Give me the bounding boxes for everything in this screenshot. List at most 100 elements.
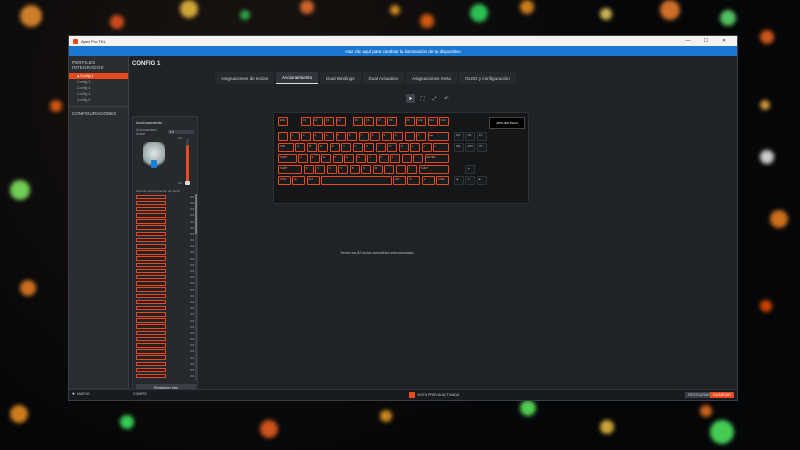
select-area-icon[interactable]: ⛶	[418, 94, 427, 103]
list-item[interactable]: 3.6	[136, 336, 194, 342]
list-item[interactable]: 3.6	[136, 206, 194, 212]
tab-meta-bindings[interactable]: Asignaciones meta	[406, 72, 457, 84]
keyboard-key[interactable]: F9	[404, 117, 415, 126]
minimize-icon[interactable]: —	[679, 38, 697, 44]
keyboard-key[interactable]: `	[278, 132, 288, 141]
keyboard-key[interactable]: F1	[301, 117, 311, 126]
keyboard-key[interactable]: [	[410, 143, 421, 152]
keyboard-key[interactable]: =	[416, 132, 426, 141]
keyboard-key[interactable]: X	[315, 165, 326, 174]
keyboard-key[interactable]: HM	[465, 132, 476, 141]
keyboard-key[interactable]: \	[433, 143, 449, 152]
sidebar-item-config-5[interactable]: Config 5	[69, 97, 128, 103]
keyboard-key[interactable]: M	[372, 165, 383, 174]
list-item[interactable]: 3.6	[136, 237, 194, 243]
keyboard-key[interactable]: F5	[352, 117, 363, 126]
keyboard-key[interactable]: -	[404, 132, 415, 141]
keyboard-key[interactable]: D	[321, 154, 332, 163]
keyboard-key[interactable]: C	[326, 165, 337, 174]
list-item[interactable]: 3.6	[136, 312, 194, 318]
list-item[interactable]: 3.6	[136, 367, 194, 373]
keyboard-key[interactable]: ⊞	[292, 176, 306, 185]
keyboard-key[interactable]: ]	[421, 143, 432, 152]
list-item[interactable]: 3.6	[136, 318, 194, 324]
current-actuation-value[interactable]: 3.6	[167, 130, 194, 134]
keyboard-key[interactable]: 6	[347, 132, 357, 141]
restore-button[interactable]: RESTAURAR	[685, 392, 713, 398]
keyboard-key[interactable]: Z	[303, 165, 314, 174]
keyboard-key[interactable]: P	[398, 143, 409, 152]
tab-dual-bindings[interactable]: Dual Bindings	[320, 72, 361, 84]
keyboard-key[interactable]: T	[341, 143, 352, 152]
new-config-button[interactable]: ✚ NUEVO	[72, 392, 90, 396]
tab-key-bindings[interactable]: Asignaciones de teclas	[215, 72, 274, 84]
keyboard-key[interactable]: INS	[453, 132, 464, 141]
keyboard-key[interactable]: F12	[439, 117, 449, 126]
keyboard-key[interactable]: ▶	[476, 176, 487, 185]
keyboard-key[interactable]: ▲	[465, 165, 476, 174]
keyboard-key[interactable]: F10	[416, 117, 426, 126]
keyboard-key[interactable]: V	[338, 165, 349, 174]
keyboard-key[interactable]: 2	[301, 132, 311, 141]
keyboard-key[interactable]: ≡	[421, 176, 435, 185]
keyboard-key[interactable]: 0	[393, 132, 403, 141]
keyboard-key[interactable]: PU	[476, 132, 487, 141]
keyboard-key[interactable]: R	[329, 143, 340, 152]
list-item[interactable]: 3.6	[136, 274, 194, 280]
close-icon[interactable]: ✕	[715, 38, 733, 44]
keyboard-key[interactable]: G	[344, 154, 355, 163]
list-item[interactable]: 3.6	[136, 293, 194, 299]
keyboard-key[interactable]: PD	[476, 143, 487, 152]
keyboard-key[interactable]: 7	[358, 132, 369, 141]
keyboard-key[interactable]: 9	[381, 132, 392, 141]
pointer-tool-icon[interactable]: ➤	[406, 94, 415, 103]
keyboard-key[interactable]: TAB	[278, 143, 294, 152]
list-item[interactable]: 3.6	[136, 305, 194, 311]
maximize-icon[interactable]: ☐	[697, 38, 715, 44]
list-item[interactable]: 3.6	[136, 268, 194, 274]
list-item[interactable]: 3.6	[136, 262, 194, 268]
list-item[interactable]: 3.6	[136, 250, 194, 256]
keyboard-key[interactable]: 3	[312, 132, 323, 141]
keyboard-key[interactable]: K	[378, 154, 389, 163]
list-item[interactable]: 3.6	[136, 213, 194, 219]
keyboard-key[interactable]: CTRL	[436, 176, 449, 185]
list-item[interactable]: 3.6	[136, 194, 194, 200]
keyboard-key[interactable]: ⟵	[427, 132, 449, 141]
keyboard-key[interactable]: U	[364, 143, 375, 152]
keyboard-key[interactable]: N	[361, 165, 372, 174]
keyboard-key[interactable]: O	[387, 143, 398, 152]
tab-dual-actuation[interactable]: Dual Actuation	[362, 72, 405, 84]
list-item[interactable]: 3.6	[136, 361, 194, 367]
list-item[interactable]: 3.6	[136, 219, 194, 225]
list-item[interactable]: 3.6	[136, 330, 194, 336]
keyboard-key[interactable]: S	[309, 154, 320, 163]
list-item[interactable]: 3.6	[136, 281, 194, 287]
keyboard-key[interactable]: ;	[401, 154, 412, 163]
keyboard-key[interactable]: END	[465, 143, 476, 152]
keyboard-key[interactable]: H	[355, 154, 366, 163]
list-item[interactable]: 3.6	[136, 231, 194, 237]
keyboard-key[interactable]: F8	[387, 117, 398, 126]
sidebar-heading-configurations[interactable]: CONFIGURACIONES	[69, 106, 128, 120]
lighting-banner[interactable]: Haz clic aquí para cambiar la iluminació…	[69, 46, 737, 56]
list-item[interactable]: 3.6	[136, 324, 194, 330]
keyboard-key[interactable]: CAPS	[278, 154, 297, 163]
slider-handle[interactable]	[185, 181, 190, 185]
keyboard-key[interactable]: ESC	[278, 117, 288, 126]
keyboard-key[interactable]: ⚙	[407, 176, 421, 185]
keyboard-key[interactable]: CTRL	[278, 176, 291, 185]
keyboard-key[interactable]: Q	[295, 143, 306, 152]
preview-toggle[interactable]: VISTA PREVIA ACTIVADA	[409, 392, 459, 398]
keyboard-key[interactable]: ENTER	[424, 154, 449, 163]
keyboard-key[interactable]: F7	[375, 117, 386, 126]
list-item[interactable]: 3.6	[136, 373, 194, 379]
keyboard-key[interactable]: DEL	[453, 143, 464, 152]
list-item[interactable]: 3.6	[136, 225, 194, 231]
tab-actuation[interactable]: Accionamiento	[276, 72, 319, 84]
keyboard-key[interactable]: ,	[384, 165, 395, 174]
list-item[interactable]: 3.6	[136, 355, 194, 361]
keyboard-key[interactable]: F4	[335, 117, 346, 126]
tab-oled-settings[interactable]: OLED y configuración	[458, 72, 516, 84]
list-item[interactable]: 3.6	[136, 299, 194, 305]
